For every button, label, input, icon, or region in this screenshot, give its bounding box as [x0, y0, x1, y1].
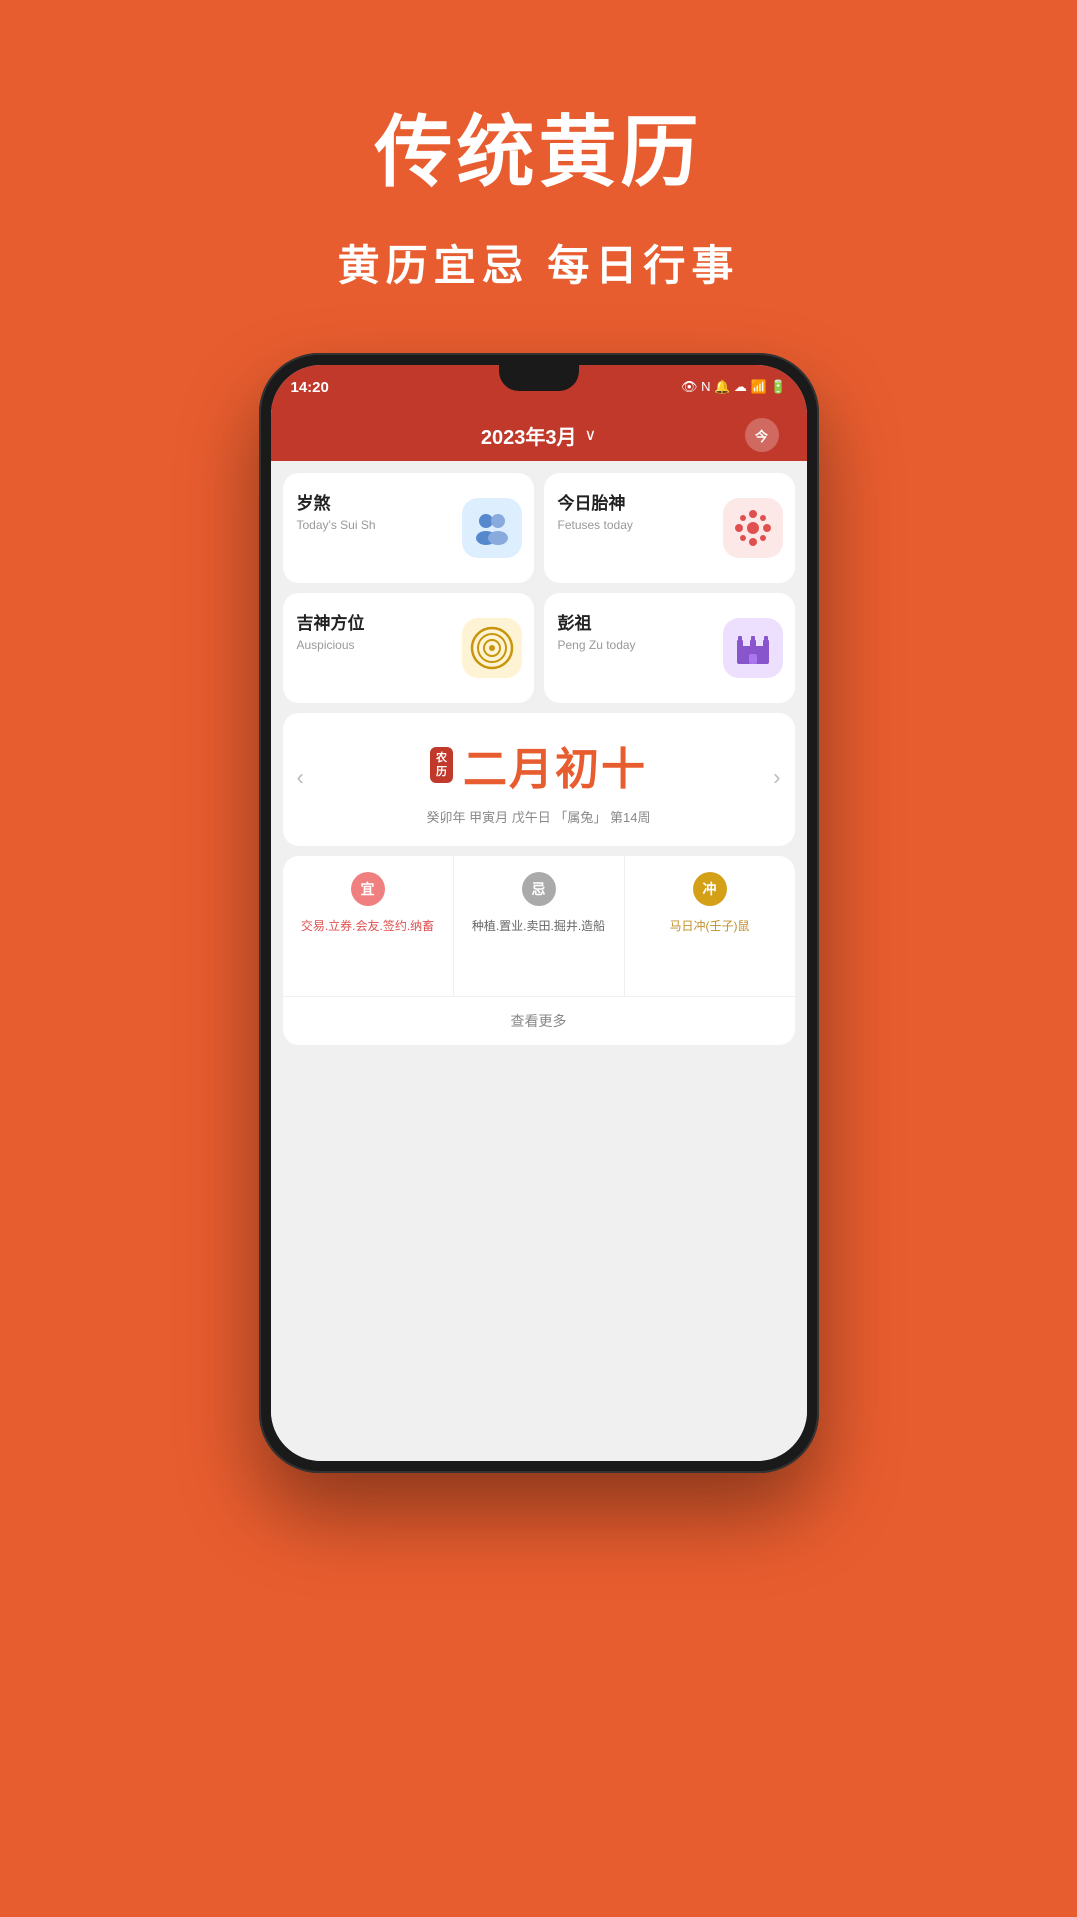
card-suisha[interactable]: 岁煞 Today's Sui Sh: [283, 473, 534, 583]
card-pengzu-icon: [723, 618, 783, 678]
yi-text: 交易.立券.会友.签约.纳畜: [301, 916, 434, 936]
header-chevron-icon[interactable]: ∨: [584, 425, 596, 445]
card-fetus[interactable]: 今日胎神 Fetuses today: [544, 473, 795, 583]
yiji-row: 宜 交易.立券.会友.签约.纳畜 忌 种植.置业.卖田.掘井.造船 冲 马日冲(…: [283, 856, 795, 996]
ji-badge: 忌: [522, 872, 556, 906]
cal-info-row: 癸卯年 甲寅月 戊午日 「属兔」 第14周: [427, 807, 651, 826]
yiji-card: 宜 交易.立券.会友.签约.纳畜 忌 种植.置业.卖田.掘井.造船 冲 马日冲(…: [283, 856, 795, 1045]
card-fetus-icon: [723, 498, 783, 558]
status-time: 14:20: [291, 379, 329, 396]
status-icons: 👁 N 🔔 ☁ 📶 🔋: [681, 379, 787, 395]
card-auspicious-icon: [462, 618, 522, 678]
app-subtitle: 黄历宜忌 每日行事: [338, 232, 740, 293]
cal-nav-left[interactable]: ‹: [297, 764, 304, 790]
card-suisha-icon: [462, 498, 522, 558]
header-title: 2023年3月: [481, 421, 577, 450]
cal-nav-right[interactable]: ›: [773, 764, 780, 790]
today-button[interactable]: 今: [745, 418, 779, 452]
card-auspicious[interactable]: 吉神方位 Auspicious: [283, 593, 534, 703]
app-header: 2023年3月 ∨ 今: [271, 409, 807, 461]
ji-col: 忌 种植.置业.卖田.掘井.造船: [454, 856, 624, 996]
cal-main-row: 农 历 二月初十: [430, 733, 647, 797]
app-title: 传统黄历: [374, 90, 702, 202]
screen-content: 岁煞 Today's Sui Sh 今日胎神 Fetuses tod: [271, 461, 807, 1461]
chong-badge: 冲: [693, 872, 727, 906]
see-more-row[interactable]: 查看更多: [283, 996, 795, 1045]
card-pengzu[interactable]: 彭祖 Peng Zu today: [544, 593, 795, 703]
see-more-label: 查看更多: [511, 1013, 567, 1029]
cal-date-cn: 二月初十: [463, 733, 647, 797]
chong-text: 马日冲(壬子)鼠: [670, 916, 750, 936]
yi-col: 宜 交易.立券.会友.签约.纳畜: [283, 856, 453, 996]
phone-notch: [499, 365, 579, 391]
phone-screen: 14:20 👁 N 🔔 ☁ 📶 🔋 2023年3月 ∨ 今 岁煞 Today's…: [271, 365, 807, 1461]
chong-col: 冲 马日冲(壬子)鼠: [625, 856, 795, 996]
yi-badge: 宜: [351, 872, 385, 906]
calendar-card: ‹ › 农 历 二月初十 癸卯年 甲寅月 戊午日 「属兔」 第14周: [283, 713, 795, 846]
cards-grid: 岁煞 Today's Sui Sh 今日胎神 Fetuses tod: [283, 473, 795, 703]
ji-text: 种植.置业.卖田.掘井.造船: [472, 916, 605, 936]
phone-wrapper: 14:20 👁 N 🔔 ☁ 📶 🔋 2023年3月 ∨ 今 岁煞 Today's…: [259, 353, 819, 1473]
cal-lunar-badge: 农 历: [430, 747, 453, 784]
